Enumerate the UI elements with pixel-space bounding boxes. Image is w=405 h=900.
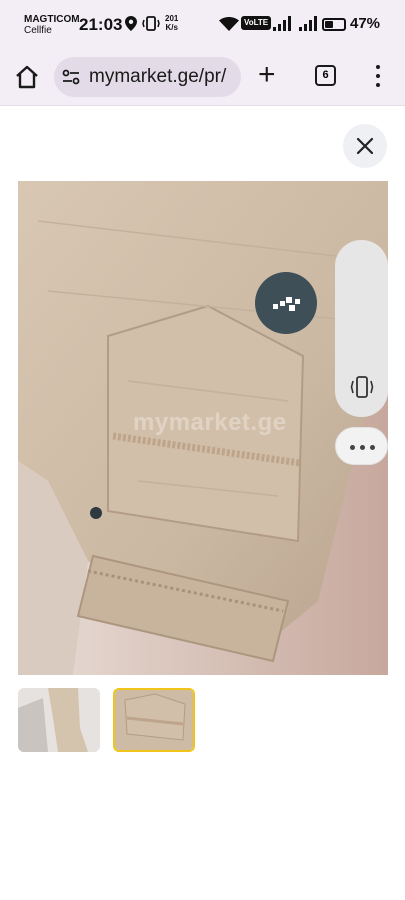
- product-photo[interactable]: mymarket.ge: [18, 181, 388, 675]
- wifi-icon: [219, 17, 239, 31]
- signal-2-icon: [299, 16, 317, 31]
- clock: 21:03: [79, 15, 123, 34]
- network-speed-value: 201: [165, 14, 179, 23]
- vibrate-mode-icon: [142, 16, 160, 31]
- thumbnail-1[interactable]: [18, 688, 100, 752]
- floating-action-button[interactable]: [255, 272, 317, 334]
- volte-badge: VoLTE: [241, 16, 272, 30]
- status-bar: MAGTICOM Cellfie 21:03 201 K/s VoLTE 47%: [0, 0, 405, 50]
- address-bar[interactable]: mymarket.ge/pr/: [54, 57, 241, 97]
- network-speed: 201 K/s: [165, 14, 178, 32]
- site-settings-icon[interactable]: [62, 69, 80, 85]
- dot: [350, 445, 355, 450]
- close-gallery-button[interactable]: [343, 124, 387, 168]
- url-text[interactable]: mymarket.ge/pr/: [89, 66, 226, 88]
- signal-1-icon: [273, 16, 291, 31]
- volume-panel[interactable]: [335, 240, 388, 417]
- volume-more-button[interactable]: [335, 427, 388, 465]
- carrier-label: MAGTICOM Cellfie: [24, 14, 80, 36]
- new-tab-button[interactable]: +: [258, 60, 276, 90]
- pixel-dots-icon: [273, 297, 300, 311]
- carrier-sub-name: Cellfie: [24, 25, 52, 36]
- volte-label: VoLTE: [244, 18, 269, 27]
- carrier-name: MAGTICOM: [24, 14, 80, 25]
- browser-menu-button[interactable]: [368, 62, 388, 90]
- thumbnail-2[interactable]: [113, 688, 195, 752]
- dot: [370, 445, 375, 450]
- thumbnail-image: [115, 690, 193, 750]
- tab-switcher-button[interactable]: 6: [315, 65, 336, 86]
- battery-icon: [322, 18, 346, 31]
- battery-level: [325, 21, 334, 28]
- close-icon: [356, 137, 374, 155]
- watermark: mymarket.ge: [133, 409, 287, 436]
- dot: [360, 445, 365, 450]
- battery-percent: 47%: [350, 15, 381, 32]
- network-speed-unit: K/s: [165, 23, 178, 32]
- thumbnail-image: [18, 688, 100, 752]
- vibrate-icon[interactable]: [350, 376, 374, 398]
- location-icon: [125, 16, 137, 31]
- home-icon[interactable]: [12, 62, 42, 92]
- browser-toolbar: mymarket.ge/pr/ + 6: [0, 50, 405, 106]
